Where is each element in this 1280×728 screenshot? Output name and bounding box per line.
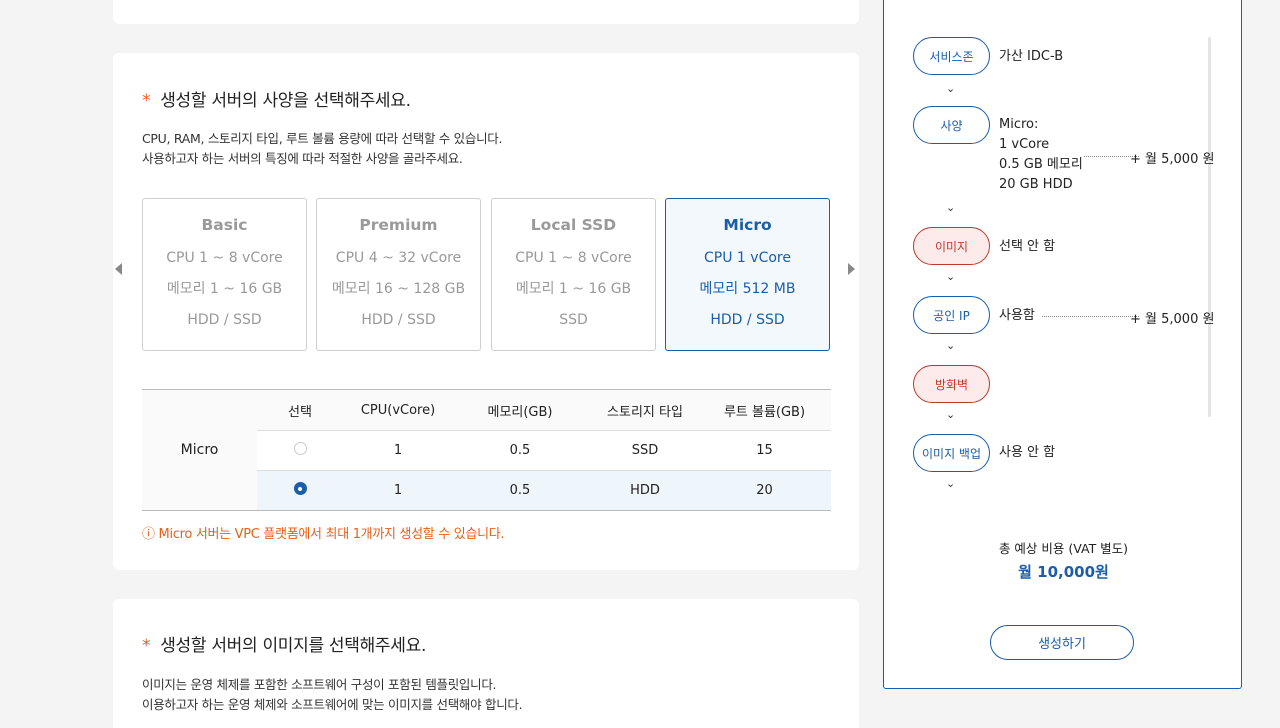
spec-description: CPU, RAM, 스토리지 타입, 루트 볼륨 용량에 따라 선택할 수 있습… bbox=[142, 129, 502, 169]
card-cpu: CPU 4 ~ 32 vCore bbox=[335, 250, 462, 266]
spec-desc-line-1: CPU, RAM, 스토리지 타입, 루트 볼륨 용량에 따라 선택할 수 있습… bbox=[142, 131, 503, 146]
card-cpu: CPU 1 ~ 8 vCore bbox=[166, 250, 283, 266]
spec-section: * 생성할 서버의 사양을 선택해주세요. CPU, RAM, 스토리지 타입, … bbox=[113, 53, 859, 570]
spec-section-title: * 생성할 서버의 사양을 선택해주세요. bbox=[142, 91, 411, 111]
header-root-volume: 루트 볼륨(GB) bbox=[723, 404, 806, 420]
spec-value: Micro: 1 vCore 0.5 GB 메모리 20 GB HDD bbox=[999, 117, 1083, 192]
chevron-down-icon: ⌄ bbox=[946, 270, 956, 283]
step-firewall[interactable]: 방화벽 bbox=[913, 365, 990, 403]
total-cost-value: 월 10,000원 bbox=[1018, 563, 1109, 581]
spec-card-micro[interactable]: Micro CPU 1 vCore 메모리 512 MB HDD / SSD bbox=[665, 198, 830, 351]
required-mark: * bbox=[142, 636, 151, 656]
spec-card-premium[interactable]: Premium CPU 4 ~ 32 vCore 메모리 16 ~ 128 GB… bbox=[316, 198, 481, 351]
table-header-row: 선택 CPU(vCore) 메모리(GB) 스토리지 타입 루트 볼륨(GB) bbox=[257, 390, 831, 430]
header-storage: 스토리지 타입 bbox=[607, 404, 683, 420]
card-memory: 메모리 1 ~ 16 GB bbox=[515, 281, 632, 297]
public-ip-price: + 월 5,000 원 bbox=[1130, 312, 1215, 327]
create-button[interactable]: 생성하기 bbox=[990, 625, 1134, 660]
cell-cpu: 1 bbox=[393, 483, 403, 498]
card-title: Basic bbox=[201, 216, 248, 234]
service-zone-value: 가산 IDC-B bbox=[999, 49, 1064, 64]
cell-root-volume: 15 bbox=[756, 443, 773, 458]
carousel-next-icon[interactable] bbox=[848, 263, 855, 275]
chevron-down-icon: ⌄ bbox=[946, 339, 956, 352]
step-public-ip[interactable]: 공인 IP bbox=[913, 296, 990, 334]
spec-card-local-ssd[interactable]: Local SSD CPU 1 ~ 8 vCore 메모리 1 ~ 16 GB … bbox=[491, 198, 656, 351]
carousel-prev-icon[interactable] bbox=[115, 263, 122, 275]
card-memory: 메모리 512 MB bbox=[699, 281, 796, 297]
image-section: * 생성할 서버의 이미지를 선택해주세요. 이미지는 운영 체제를 포함한 소프… bbox=[113, 599, 859, 728]
spec-price: + 월 5,000 원 bbox=[1130, 152, 1215, 167]
step-image[interactable]: 이미지 bbox=[913, 227, 990, 265]
chevron-down-icon: ⌄ bbox=[946, 408, 956, 421]
card-cpu: CPU 1 ~ 8 vCore bbox=[515, 250, 632, 266]
spec-desc-line-2: 사용하고자 하는 서버의 특징에 따라 적절한 사양을 골라주세요. bbox=[142, 151, 463, 166]
micro-notice: ⓘ Micro 서버는 VPC 플랫폼에서 최대 1개까지 생성할 수 있습니다… bbox=[142, 527, 505, 542]
image-description: 이미지는 운영 체제를 포함한 소프트웨어 구성이 포함된 템플릿입니다. 이용… bbox=[142, 675, 523, 715]
image-value: 선택 안 함 bbox=[999, 239, 1056, 254]
cell-memory: 0.5 bbox=[509, 443, 531, 458]
required-mark: * bbox=[142, 91, 151, 111]
chevron-down-icon: ⌄ bbox=[946, 82, 956, 95]
cell-storage: SSD bbox=[631, 443, 659, 458]
card-storage: HDD / SSD bbox=[361, 312, 436, 328]
image-desc-line-1: 이미지는 운영 체제를 포함한 소프트웨어 구성이 포함된 템플릿입니다. bbox=[142, 677, 497, 692]
card-title: Micro bbox=[723, 216, 772, 234]
card-storage: HDD / SSD bbox=[710, 312, 785, 328]
card-storage: HDD / SSD bbox=[187, 312, 262, 328]
table-row-selected[interactable]: 1 0.5 HDD 20 bbox=[257, 470, 831, 510]
step-spec[interactable]: 사양 bbox=[913, 106, 990, 144]
header-select: 선택 bbox=[288, 404, 312, 420]
card-title: Local SSD bbox=[530, 216, 617, 234]
table-row[interactable]: 1 0.5 SSD 15 bbox=[257, 430, 831, 470]
image-backup-value: 사용 안 함 bbox=[999, 445, 1056, 460]
spec-table: Micro 선택 CPU(vCore) 메모리(GB) 스토리지 타입 루트 볼… bbox=[142, 389, 831, 511]
summary-scrollbar[interactable] bbox=[1208, 37, 1211, 417]
previous-section-panel bbox=[113, 0, 859, 24]
public-ip-value: 사용함 bbox=[999, 308, 1035, 323]
spec-group-label: Micro bbox=[142, 390, 257, 510]
image-section-title: * 생성할 서버의 이미지를 선택해주세요. bbox=[142, 636, 427, 656]
chevron-down-icon: ⌄ bbox=[946, 477, 956, 490]
spec-card-basic[interactable]: Basic CPU 1 ~ 8 vCore 메모리 1 ~ 16 GB HDD … bbox=[142, 198, 307, 351]
chevron-down-icon: ⌄ bbox=[946, 201, 956, 214]
cell-cpu: 1 bbox=[393, 443, 403, 458]
price-leader bbox=[1042, 316, 1139, 317]
cell-memory: 0.5 bbox=[509, 483, 531, 498]
card-cpu: CPU 1 vCore bbox=[704, 250, 791, 266]
total-cost-label: 총 예상 비용 (VAT 별도) bbox=[998, 541, 1129, 556]
spec-radio-hdd[interactable] bbox=[293, 482, 307, 495]
card-title: Premium bbox=[359, 216, 438, 234]
card-memory: 메모리 16 ~ 128 GB bbox=[331, 281, 466, 297]
summary-panel: 서비스존 가산 IDC-B ⌄ 사양 Micro: 1 vCore 0.5 GB… bbox=[883, 0, 1242, 689]
header-cpu: CPU(vCore) bbox=[360, 402, 436, 418]
step-image-backup[interactable]: 이미지 백업 bbox=[913, 434, 990, 472]
step-service-zone[interactable]: 서비스존 bbox=[913, 37, 990, 75]
spec-radio-ssd[interactable] bbox=[293, 442, 307, 455]
cell-storage: HDD bbox=[630, 483, 660, 498]
header-memory: 메모리(GB) bbox=[487, 404, 553, 420]
card-memory: 메모리 1 ~ 16 GB bbox=[166, 281, 283, 297]
image-desc-line-2: 이용하고자 하는 운영 체제와 소프트웨어에 맞는 이미지를 선택해야 합니다. bbox=[142, 697, 523, 712]
cell-root-volume: 20 bbox=[756, 483, 773, 498]
card-storage: SSD bbox=[559, 312, 588, 328]
